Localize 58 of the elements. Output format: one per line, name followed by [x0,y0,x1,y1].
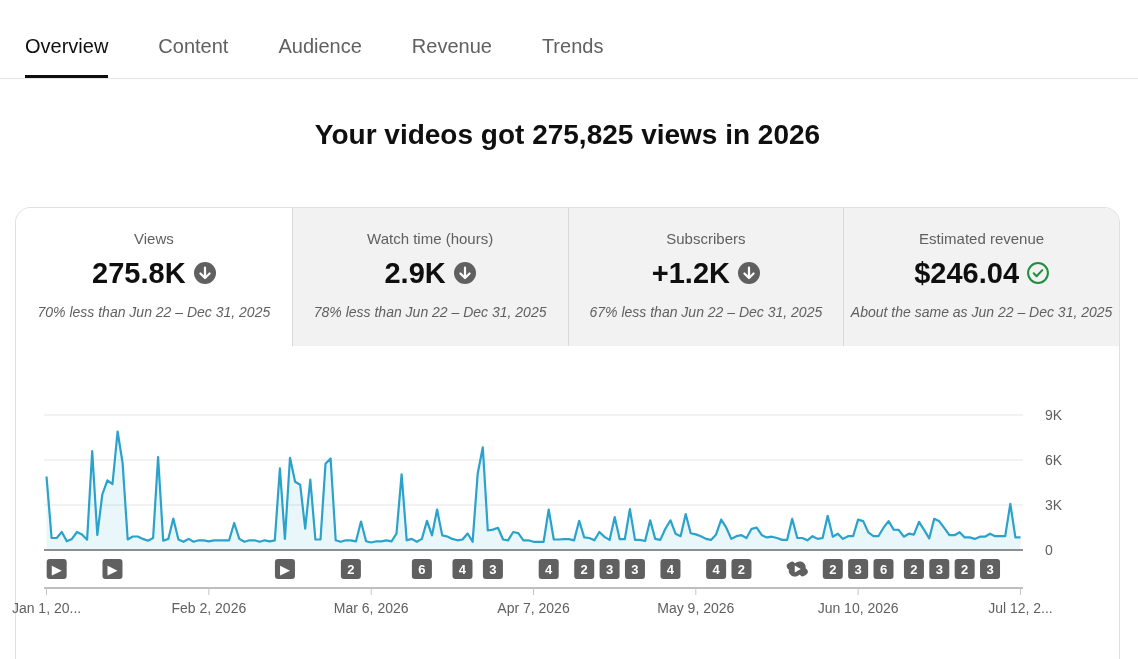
metric-tab[interactable]: Subscribers +1.2K 67% less than Jun 22 – Dec 31, 2025 [567,208,844,346]
s-play-marker-icon[interactable] [785,559,810,579]
tab[interactable]: Revenue [411,0,492,78]
y-axis-label: 6K [1045,452,1063,468]
upload-marker[interactable]: 6 [411,559,432,579]
upload-marker[interactable]: 3 [848,559,869,579]
headline: Your videos got 275,825 views in 2026 [313,118,822,152]
upload-marker[interactable]: 3 [929,559,950,579]
upload-marker[interactable]: ▶ [46,559,67,579]
upload-marker[interactable]: 2 [954,559,975,579]
comparison-text: 78% less than Jun 22 – Dec 31, 2025 [313,303,547,321]
x-axis-label: May 9, 2026 [657,600,735,616]
metric-value: 2.9K [384,256,446,291]
upload-marker[interactable]: 2 [574,559,595,579]
y-axis-label: 0 [1045,542,1053,558]
upload-marker[interactable]: ▶ [274,559,295,579]
x-axis-label: Mar 6, 2026 [333,600,409,616]
x-axis-label: Feb 2, 2026 [171,600,247,616]
metric-value: 275.8K [92,256,186,291]
arrow-down-icon [737,262,760,284]
tab[interactable]: Content [158,0,229,78]
upload-marker[interactable]: 2 [340,559,361,579]
metric-value: $246.04 [914,256,1020,291]
x-axis-label: Jun 10, 2026 [817,600,899,616]
arrow-down-icon [193,262,216,284]
upload-marker[interactable]: 3 [624,559,645,579]
metric-label: Estimated revenue [919,230,1045,248]
upload-marker[interactable]: 3 [482,559,503,579]
upload-marker[interactable]: 2 [731,559,752,579]
metric-label: Views [134,230,174,248]
upload-marker[interactable]: 6 [873,559,894,579]
x-axis-label: Apr 7, 2026 [497,600,570,616]
arrow-down-icon [453,262,476,284]
metric-value: +1.2K [651,256,730,291]
y-axis-label: 3K [1045,497,1063,513]
metric-tab[interactable]: Estimated revenue $246.04 About the same as Jun 22 – Dec 31, 2025 [843,208,1119,346]
tab[interactable]: Audience [278,0,362,78]
upload-marker[interactable]: 2 [822,559,843,579]
comparison-text: 67% less than Jun 22 – Dec 31, 2025 [589,303,823,321]
tab[interactable]: Trends [541,0,604,78]
comparison-text: About the same as Jun 22 – Dec 31, 2025 [850,303,1113,321]
x-axis-label: Jan 1, 20... [11,600,82,616]
metric-tab[interactable]: Watch time (hours) 2.9K 78% less than Jun 22 – Dec 31, 2025 [291,208,568,346]
upload-marker[interactable]: 4 [706,559,727,579]
upload-marker[interactable]: 2 [903,559,924,579]
check-circle-icon [1027,262,1050,284]
metric-label: Watch time (hours) [367,230,494,248]
upload-marker[interactable]: 3 [599,559,620,579]
upload-marker[interactable]: ▶ [102,559,123,579]
comparison-text: 70% less than Jun 22 – Dec 31, 2025 [37,303,271,321]
upload-marker[interactable]: 4 [538,559,559,579]
metric-label: Subscribers [666,230,746,248]
y-axis-label: 9K [1045,407,1063,423]
tab[interactable]: Overview [25,0,109,78]
upload-marker[interactable]: 4 [452,559,473,579]
upload-marker[interactable]: 3 [980,559,1001,579]
upload-marker[interactable]: 4 [660,559,681,579]
x-axis-label: Jul 12, 2... [988,600,1053,616]
